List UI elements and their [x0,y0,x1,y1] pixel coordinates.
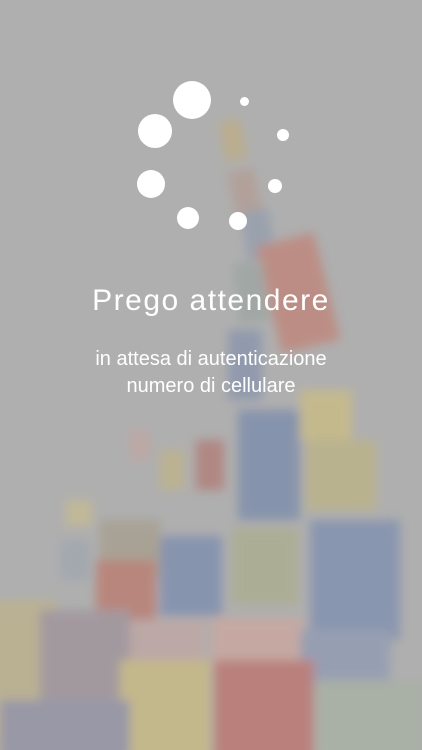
spinner-dot [137,170,165,198]
spinner-dot [229,212,247,230]
spinner-dot [173,81,211,119]
spinner-dot [138,114,172,148]
loading-message-line-1: in attesa di autenticazione [95,348,327,370]
spinner-dot [177,207,199,229]
spinner-dot [268,179,282,193]
spinner-dot [240,97,249,106]
spinner-dot [277,129,289,141]
loading-title: Prego attendere [92,284,330,317]
loading-message-line-2: numero di cellulare [126,375,296,397]
loading-spinner-icon [0,0,422,260]
loading-message: in attesa di autenticazione numero di ce… [0,346,422,400]
